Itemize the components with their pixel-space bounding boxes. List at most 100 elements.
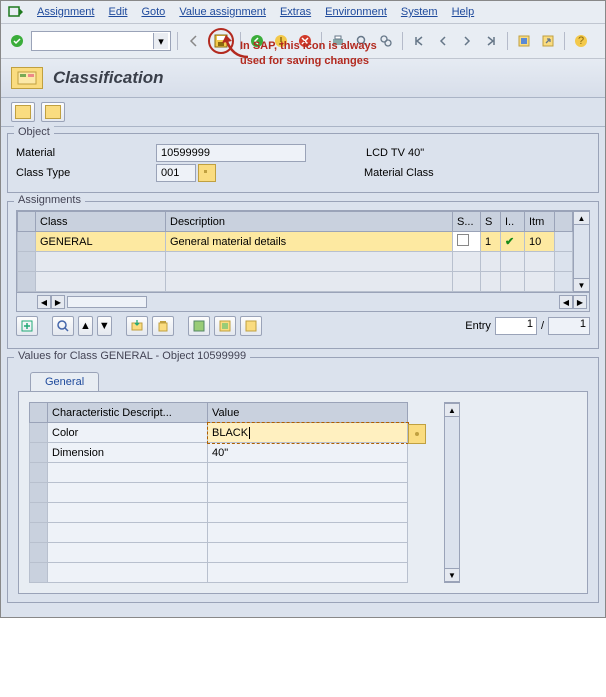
menu-extras[interactable]: Extras — [280, 6, 311, 18]
menu-command-icon[interactable] — [7, 4, 23, 20]
table-row[interactable]: Color BLACK — [30, 423, 408, 443]
scroll-right2-icon[interactable]: ▶ — [573, 295, 587, 309]
menu-edit[interactable]: Edit — [108, 6, 127, 18]
col-s2[interactable]: S — [481, 212, 501, 232]
dropdown-icon[interactable]: ▾ — [153, 33, 168, 49]
page-title: Classification — [53, 68, 164, 88]
table-row[interactable] — [30, 503, 408, 523]
col-itm[interactable]: Itm — [525, 212, 555, 232]
value-input-editing[interactable]: BLACK — [208, 423, 408, 443]
scroll-up-icon[interactable]: ▲ — [574, 211, 589, 225]
select-block-icon[interactable] — [214, 316, 236, 336]
menu-help[interactable]: Help — [452, 6, 475, 18]
vertical-scrollbar[interactable]: ▲ ▼ — [573, 211, 589, 292]
next-page-icon[interactable] — [457, 31, 477, 51]
scroll-up-icon[interactable]: ▲ — [445, 403, 459, 417]
col-desc[interactable]: Description — [166, 212, 453, 232]
table-row[interactable] — [30, 543, 408, 563]
value-f4-icon[interactable] — [408, 424, 426, 444]
values-vertical-scrollbar[interactable]: ▲ ▼ — [444, 402, 460, 583]
menu-value-assignment[interactable]: Value assignment — [179, 6, 266, 18]
assignments-legend: Assignments — [14, 194, 85, 206]
table-row[interactable] — [30, 463, 408, 483]
horizontal-scrollbar[interactable]: ◀ ▶ ◀ ▶ — [17, 292, 589, 311]
first-page-icon[interactable] — [409, 31, 429, 51]
new-session-icon[interactable] — [514, 31, 534, 51]
table-row[interactable]: GENERAL General material details 1 10 — [18, 232, 573, 252]
title-icon[interactable] — [11, 67, 43, 89]
enter-icon[interactable] — [7, 31, 27, 51]
checkbox[interactable] — [457, 234, 469, 246]
assignments-panel: Assignments Class Description S... S I..… — [7, 201, 599, 349]
status-check-icon — [505, 236, 514, 248]
tab-body: Characteristic Descript... Value Color B… — [18, 391, 588, 594]
table-row[interactable] — [18, 272, 573, 292]
select-all-icon[interactable] — [188, 316, 210, 336]
find-next-icon[interactable] — [376, 31, 396, 51]
app-toolbar — [1, 98, 605, 127]
last-page-icon[interactable] — [481, 31, 501, 51]
tab-general[interactable]: General — [30, 372, 99, 391]
delete-row-icon[interactable] — [152, 316, 174, 336]
prev-page-icon[interactable] — [433, 31, 453, 51]
help-f1-icon[interactable]: ? — [571, 31, 591, 51]
sort-desc-icon[interactable]: ▼ — [97, 316, 112, 336]
col-characteristic[interactable]: Characteristic Descript... — [48, 403, 208, 423]
menu-environment[interactable]: Environment — [325, 6, 387, 18]
new-entries-icon[interactable] — [16, 316, 38, 336]
table-row[interactable] — [30, 563, 408, 583]
object-panel: Object Material 10599999 LCD TV 40" Clas… — [7, 133, 599, 193]
material-desc: LCD TV 40" — [366, 147, 424, 159]
classtype-field[interactable]: 001 — [156, 164, 196, 182]
values-legend: Values for Class GENERAL - Object 105999… — [14, 350, 250, 362]
value-cell[interactable]: 40" — [208, 443, 408, 463]
table-row[interactable] — [18, 252, 573, 272]
f4-help-icon[interactable] — [198, 164, 216, 182]
menubar: Assignment Edit Goto Value assignment Ex… — [1, 1, 605, 24]
values-panel: Values for Class GENERAL - Object 105999… — [7, 357, 599, 603]
col-i[interactable]: I.. — [501, 212, 525, 232]
scroll-right-icon[interactable]: ▶ — [51, 295, 65, 309]
svg-text:?: ? — [578, 35, 584, 47]
menu-goto[interactable]: Goto — [141, 6, 165, 18]
config-columns-icon[interactable] — [555, 212, 573, 232]
scroll-left-icon[interactable]: ◀ — [37, 295, 51, 309]
col-class[interactable]: Class — [36, 212, 166, 232]
col-value[interactable]: Value — [208, 403, 408, 423]
annotation-text: In SAP, this icon is always used for sav… — [240, 38, 377, 68]
shortcut-icon[interactable] — [538, 31, 558, 51]
scroll-down-icon[interactable]: ▼ — [445, 568, 459, 582]
material-label: Material — [16, 147, 156, 159]
sort-asc-icon[interactable]: ▲ — [78, 316, 93, 336]
other-object-icon[interactable] — [41, 102, 65, 122]
content-area: Object Material 10599999 LCD TV 40" Clas… — [1, 127, 605, 617]
table-row[interactable] — [30, 523, 408, 543]
deselect-all-icon[interactable] — [240, 316, 262, 336]
sap-window: In SAP, this icon is always used for sav… — [0, 0, 606, 618]
object-legend: Object — [14, 126, 54, 138]
scroll-left2-icon[interactable]: ◀ — [559, 295, 573, 309]
menu-system[interactable]: System — [401, 6, 438, 18]
table-row[interactable]: Dimension 40" — [30, 443, 408, 463]
menu-assignment[interactable]: Assignment — [37, 6, 94, 18]
entry-total: 1 — [548, 317, 590, 335]
command-field[interactable]: ▾ — [31, 31, 171, 51]
back-prev-icon[interactable] — [184, 31, 204, 51]
values-table: Characteristic Descript... Value Color B… — [29, 402, 408, 583]
entry-current[interactable]: 1 — [495, 317, 537, 335]
details-icon[interactable] — [52, 316, 74, 336]
material-field[interactable]: 10599999 — [156, 144, 306, 162]
toggle-display-icon[interactable] — [11, 102, 35, 122]
row-selector-header[interactable] — [18, 212, 36, 232]
table-row[interactable] — [30, 483, 408, 503]
assignments-toolbar: ▲ ▼ Entry 1 / 1 — [16, 312, 590, 340]
tabstrip: General — [30, 372, 590, 391]
scroll-down-icon[interactable]: ▼ — [574, 278, 589, 292]
row-selector-header[interactable] — [30, 403, 48, 423]
col-s1[interactable]: S... — [453, 212, 481, 232]
assignments-table: Class Description S... S I.. Itm GENERAL… — [16, 210, 590, 312]
insert-row-icon[interactable] — [126, 316, 148, 336]
classtype-label: Class Type — [16, 167, 156, 179]
classtype-desc: Material Class — [364, 167, 434, 179]
entry-label: Entry — [465, 320, 491, 332]
